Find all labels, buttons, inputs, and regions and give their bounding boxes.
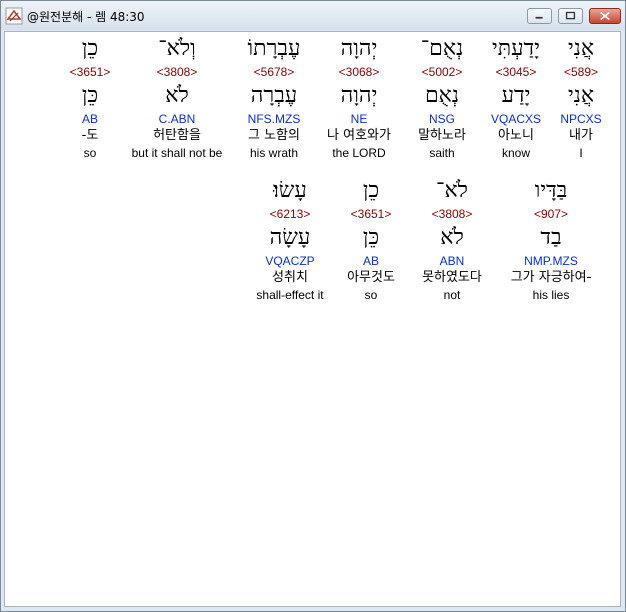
morphology-code[interactable]: ABN	[411, 253, 493, 269]
english-gloss: so	[83, 146, 97, 160]
hebrew-word: נְאֻם־	[420, 36, 464, 61]
lemma-word: יָדַע	[501, 83, 531, 108]
word-block[interactable]: יְהוָה <3068> יְהוָה NE 나 여호와가 the LORD	[318, 35, 400, 161]
word-block[interactable]: לֹא־ <3808> לֹא ABN 못하였도다 not	[411, 177, 493, 303]
lemma-word: לֹא	[440, 225, 464, 250]
strong-number[interactable]: <6213>	[244, 205, 336, 223]
lemma-word: נְאֻם	[424, 83, 460, 108]
korean-gloss: 허탄함을	[153, 128, 201, 143]
lemma-word: עֶבְרָה	[250, 83, 298, 108]
english-gloss: his wrath	[249, 146, 299, 160]
korean-gloss: 그 노함의	[248, 128, 300, 143]
strong-number[interactable]: <907>	[501, 205, 601, 223]
hebrew-word: לֹא־	[436, 178, 468, 203]
morphology-code[interactable]: NMP.MZS	[501, 253, 601, 269]
lemma-word: יְהוָה	[340, 83, 378, 108]
word-block[interactable]: כֵן <3651> כֵּן AB 아무것도 so	[330, 177, 412, 303]
app-window: @원전분해 - 렘 48:30 אֲנִי <589> אֲנִי NPCXS …	[0, 0, 626, 612]
strong-number[interactable]: <3651>	[330, 205, 412, 223]
minimize-button[interactable]	[527, 8, 552, 24]
hebrew-word: עָשׂוּ׃	[273, 178, 307, 203]
hebrew-word: בַּדָּיו	[534, 178, 568, 203]
korean-gloss: 못하였도다	[422, 270, 482, 285]
hebrew-word: יְהוָה	[340, 36, 378, 61]
lemma-word: כֵּן	[81, 83, 99, 108]
strong-number[interactable]: <3808>	[126, 63, 228, 81]
strong-number[interactable]: <5678>	[233, 63, 315, 81]
korean-gloss: 아노니	[498, 128, 534, 143]
morphology-code[interactable]: AB	[49, 111, 131, 127]
korean-gloss: 아무것도	[347, 270, 395, 285]
english-gloss: but it shall not be	[131, 146, 223, 160]
close-icon	[600, 11, 610, 21]
english-gloss: not	[443, 288, 461, 302]
strong-number[interactable]: <3068>	[318, 63, 400, 81]
strong-number[interactable]: <3045>	[475, 63, 557, 81]
strong-number[interactable]: <3808>	[411, 205, 493, 223]
hebrew-word: וְלֹא־	[158, 36, 196, 61]
minimize-icon	[535, 16, 543, 19]
korean-gloss: 그가 자긍하여-	[510, 270, 592, 285]
interlinear-pane[interactable]: אֲנִי <589> אֲנִי NPCXS 내가 I יָדַעְתִּי …	[4, 31, 621, 607]
hebrew-word: כֵן	[362, 178, 380, 203]
word-block[interactable]: וְלֹא־ <3808> לֹא C.ABN 허탄함을 but it shal…	[126, 35, 228, 161]
english-gloss: his lies	[532, 288, 570, 302]
maximize-button[interactable]	[558, 8, 583, 24]
morphology-code[interactable]: VQACZP	[244, 253, 336, 269]
morphology-code[interactable]: VQACXS	[475, 111, 557, 127]
hebrew-word: כֵן	[81, 36, 99, 61]
hebrew-word: יָדַעְתִּי	[492, 36, 540, 61]
strong-number[interactable]: <5002>	[401, 63, 483, 81]
strong-number[interactable]: <3651>	[49, 63, 131, 81]
korean-gloss: -도	[81, 128, 99, 143]
korean-gloss: 나 여호와가	[327, 128, 391, 143]
word-block[interactable]: עֶבְרָתוֹ <5678> עֶבְרָה NFS.MZS 그 노함의 h…	[233, 35, 315, 161]
lemma-word: כֵּן	[362, 225, 380, 250]
maximize-icon	[565, 11, 576, 20]
morphology-code[interactable]: NE	[318, 111, 400, 127]
word-block[interactable]: יָדַעְתִּי <3045> יָדַע VQACXS 아노니 know	[475, 35, 557, 161]
english-gloss: shall-effect it	[256, 288, 324, 302]
word-block[interactable]: בַּדָּיו <907> בַד NMP.MZS 그가 자긍하여- his …	[501, 177, 601, 303]
english-gloss: saith	[429, 146, 455, 160]
english-gloss: so	[364, 288, 378, 302]
lemma-word: עָשָׂה	[269, 225, 311, 250]
hebrew-word: עֶבְרָתוֹ	[247, 36, 301, 61]
korean-gloss: 성취치	[272, 270, 308, 285]
english-gloss: know	[501, 146, 530, 160]
app-icon	[5, 7, 23, 25]
lemma-word: בַד	[540, 225, 562, 250]
close-button[interactable]	[589, 8, 621, 24]
korean-gloss: 말하노라	[418, 128, 466, 143]
word-block[interactable]: כֵן <3651> כֵּן AB -도 so	[49, 35, 131, 161]
title-bar[interactable]: @원전분해 - 렘 48:30	[1, 1, 625, 30]
window-title: @원전분해 - 렘 48:30	[27, 10, 145, 24]
english-gloss: the LORD	[332, 146, 386, 160]
morphology-code[interactable]: NSG	[401, 111, 483, 127]
morphology-code[interactable]: AB	[330, 253, 412, 269]
word-block[interactable]: נְאֻם־ <5002> נְאֻם NSG 말하노라 saith	[401, 35, 483, 161]
morphology-code[interactable]: C.ABN	[126, 111, 228, 127]
lemma-word: לֹא	[165, 83, 189, 108]
word-block[interactable]: עָשׂוּ׃ <6213> עָשָׂה VQACZP 성취치 shall-e…	[244, 177, 336, 303]
morphology-code[interactable]: NFS.MZS	[233, 111, 315, 127]
